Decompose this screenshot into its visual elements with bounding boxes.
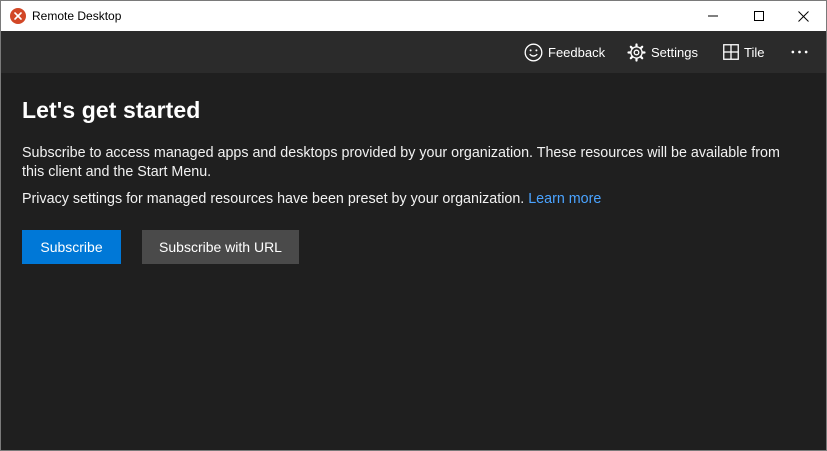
command-bar: Feedback Settings Tile (1, 31, 826, 73)
close-icon (797, 10, 809, 22)
settings-button[interactable]: Settings (627, 31, 698, 73)
ellipsis-icon (791, 50, 808, 54)
feedback-label: Feedback (548, 44, 606, 60)
maximize-button[interactable] (736, 1, 782, 31)
tile-view-button[interactable]: Tile (723, 31, 764, 73)
minimize-button[interactable] (690, 1, 736, 31)
close-button[interactable] (780, 1, 826, 31)
settings-label: Settings (651, 44, 698, 60)
smiley-icon (524, 43, 543, 61)
page-title: Let's get started (22, 97, 201, 123)
minimize-icon (708, 15, 718, 17)
more-options-button[interactable] (790, 31, 814, 73)
grid-icon (723, 44, 739, 60)
tile-label: Tile (744, 44, 765, 60)
subscribe-button[interactable]: Subscribe (22, 230, 121, 264)
maximize-icon (754, 11, 764, 21)
feedback-button[interactable]: Feedback (524, 31, 605, 73)
subscribe-description: Subscribe to access managed apps and des… (22, 145, 780, 180)
privacy-text: Privacy settings for managed resources h… (22, 191, 529, 207)
remote-desktop-icon (10, 8, 26, 24)
privacy-notice: Privacy settings for managed resources h… (22, 190, 802, 209)
window-title: Remote Desktop (32, 9, 122, 23)
subscribe-with-url-button[interactable]: Subscribe with URL (142, 230, 299, 264)
title-bar[interactable]: Remote Desktop (1, 1, 826, 31)
app-window: Remote Desktop Feedback Settings Tile Le… (0, 0, 827, 451)
learn-more-link[interactable]: Learn more (528, 191, 601, 207)
gear-icon (627, 42, 646, 62)
